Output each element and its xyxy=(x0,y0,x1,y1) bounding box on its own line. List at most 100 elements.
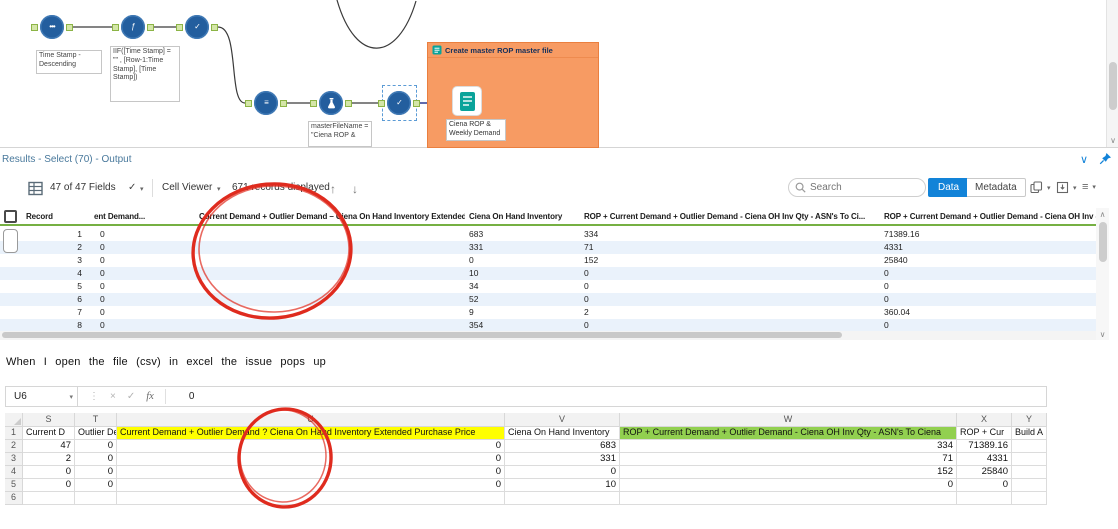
excel-row-number[interactable]: 4 xyxy=(5,466,23,479)
table-row[interactable]: 3 0 0 152 25840 xyxy=(0,254,1096,267)
column-header[interactable]: Current Demand + Outlier Demand – Ciena … xyxy=(195,208,465,224)
caret-down-icon[interactable]: ▾ xyxy=(140,185,144,193)
column-header[interactable]: Record xyxy=(22,208,90,224)
excel-cell[interactable]: 4331 xyxy=(957,453,1012,466)
column-header[interactable]: Ciena On Hand Inventory xyxy=(465,208,580,224)
scroll-up-arrow[interactable]: ↑ xyxy=(330,182,336,196)
results-horizontal-scrollbar[interactable] xyxy=(0,331,1096,340)
excel-cell[interactable]: 47 xyxy=(23,440,75,453)
excel-cell[interactable]: Current D xyxy=(23,427,75,440)
excel-cell[interactable]: 331 xyxy=(505,453,620,466)
cancel-icon[interactable]: × xyxy=(110,391,116,402)
excel-cell[interactable]: 0 xyxy=(505,466,620,479)
excel-cell[interactable] xyxy=(1012,466,1047,479)
metadata-tab-button[interactable]: Metadata xyxy=(967,178,1026,197)
excel-cell[interactable]: 334 xyxy=(620,440,957,453)
table-cell[interactable]: 152 xyxy=(580,254,880,267)
excel-cell[interactable] xyxy=(1012,440,1047,453)
table-cell[interactable]: 0 xyxy=(580,267,880,280)
table-cell[interactable]: 34 xyxy=(465,280,580,293)
tool-sort[interactable]: ••• xyxy=(40,15,64,39)
record-number[interactable]: 5 xyxy=(22,280,90,293)
search-box[interactable] xyxy=(788,178,926,197)
table-cell[interactable]: 0 xyxy=(90,241,195,254)
excel-cell[interactable] xyxy=(620,492,957,505)
table-cell[interactable] xyxy=(195,228,465,241)
table-cell[interactable]: 52 xyxy=(465,293,580,306)
export-button[interactable]: ▾ xyxy=(1056,181,1077,194)
pin-icon[interactable] xyxy=(1099,152,1112,170)
excel-column-letter[interactable]: Y xyxy=(1012,413,1047,427)
excel-row-number[interactable]: 1 xyxy=(5,427,23,440)
data-tab-button[interactable]: Data xyxy=(928,178,970,197)
excel-row-number[interactable]: 2 xyxy=(5,440,23,453)
table-cell[interactable]: 360.04 xyxy=(880,306,1096,319)
name-box[interactable]: U6 ▾ xyxy=(6,387,78,406)
scrollbar-thumb[interactable] xyxy=(1098,222,1107,262)
table-cell[interactable]: 0 xyxy=(880,267,1096,280)
table-row[interactable]: 7 0 9 2 360.04 xyxy=(0,306,1096,319)
column-header[interactable]: ROP + Current Demand + Outlier Demand - … xyxy=(880,208,1096,224)
table-cell[interactable] xyxy=(195,293,465,306)
excel-column-letter[interactable]: T xyxy=(75,413,117,427)
formula-input[interactable]: 0 xyxy=(189,391,195,402)
scrollbar-thumb[interactable] xyxy=(2,332,842,338)
excel-column-letter[interactable]: S xyxy=(23,413,75,427)
enter-icon[interactable]: ✓ xyxy=(127,391,135,402)
table-row[interactable]: 6 0 52 0 0 xyxy=(0,293,1096,306)
excel-cell[interactable]: 152 xyxy=(620,466,957,479)
table-cell[interactable] xyxy=(195,254,465,267)
excel-column-letter[interactable]: V xyxy=(505,413,620,427)
menu-button[interactable]: ≡ ▾ xyxy=(1082,181,1096,193)
container-header[interactable]: Create master ROP master file xyxy=(428,43,598,58)
table-row[interactable]: 4 0 10 0 0 xyxy=(0,267,1096,280)
row-handle-icon[interactable] xyxy=(3,229,18,253)
record-number[interactable]: 4 xyxy=(22,267,90,280)
excel-cell[interactable]: Outlier De xyxy=(75,427,117,440)
excel-cell[interactable]: 0 xyxy=(75,453,117,466)
excel-cell[interactable]: Current Demand + Outlier Demand ? Ciena … xyxy=(117,427,505,440)
excel-cell[interactable]: 0 xyxy=(75,479,117,492)
table-cell[interactable]: 0 xyxy=(90,254,195,267)
table-cell[interactable]: 2 xyxy=(580,306,880,319)
table-cell[interactable]: 71389.16 xyxy=(880,228,1096,241)
table-cell[interactable]: 9 xyxy=(465,306,580,319)
table-cell[interactable] xyxy=(195,306,465,319)
table-cell[interactable]: 683 xyxy=(465,228,580,241)
table-cell[interactable]: 10 xyxy=(465,267,580,280)
table-cell[interactable]: 331 xyxy=(465,241,580,254)
excel-cell[interactable]: ROP + Current Demand + Outlier Demand - … xyxy=(620,427,957,440)
table-cell[interactable]: 0 xyxy=(90,228,195,241)
results-vertical-scrollbar[interactable]: ∧ ∨ xyxy=(1096,208,1109,340)
excel-cell[interactable] xyxy=(505,492,620,505)
excel-cell[interactable] xyxy=(75,492,117,505)
excel-cell[interactable] xyxy=(1012,479,1047,492)
scroll-down-arrow[interactable]: ↓ xyxy=(352,182,358,196)
table-cell[interactable]: 0 xyxy=(465,254,580,267)
excel-cell[interactable]: 0 xyxy=(75,466,117,479)
table-cell[interactable]: 71 xyxy=(580,241,880,254)
excel-cell[interactable]: 0 xyxy=(117,466,505,479)
excel-cell[interactable]: 0 xyxy=(620,479,957,492)
table-cell[interactable]: 25840 xyxy=(880,254,1096,267)
record-number[interactable]: 2 xyxy=(22,241,90,254)
excel-column-letter[interactable]: X xyxy=(957,413,1012,427)
select-all-icon[interactable] xyxy=(4,210,17,223)
table-cell[interactable]: 334 xyxy=(580,228,880,241)
tool-select-1[interactable]: ✓ xyxy=(185,15,209,39)
table-cell[interactable]: 0 xyxy=(90,280,195,293)
tool-multi-row-formula[interactable]: ƒ xyxy=(121,15,145,39)
caret-down-icon[interactable]: ▾ xyxy=(69,393,73,401)
table-row[interactable]: 1 0 683 334 71389.16 xyxy=(0,228,1096,241)
excel-cell[interactable]: 71 xyxy=(620,453,957,466)
table-row[interactable]: 2 0 331 71 4331 xyxy=(0,241,1096,254)
cell-viewer-dropdown[interactable]: Cell Viewer xyxy=(162,182,212,193)
excel-cell[interactable]: 0 xyxy=(117,440,505,453)
excel-row-number[interactable]: 5 xyxy=(5,479,23,492)
excel-column-letter[interactable]: W xyxy=(620,413,957,427)
table-cell[interactable]: 0 xyxy=(90,267,195,280)
tool-union[interactable]: ≡ xyxy=(254,91,278,115)
record-number[interactable]: 1 xyxy=(22,228,90,241)
excel-cell[interactable]: 25840 xyxy=(957,466,1012,479)
table-cell[interactable]: 0 xyxy=(90,306,195,319)
